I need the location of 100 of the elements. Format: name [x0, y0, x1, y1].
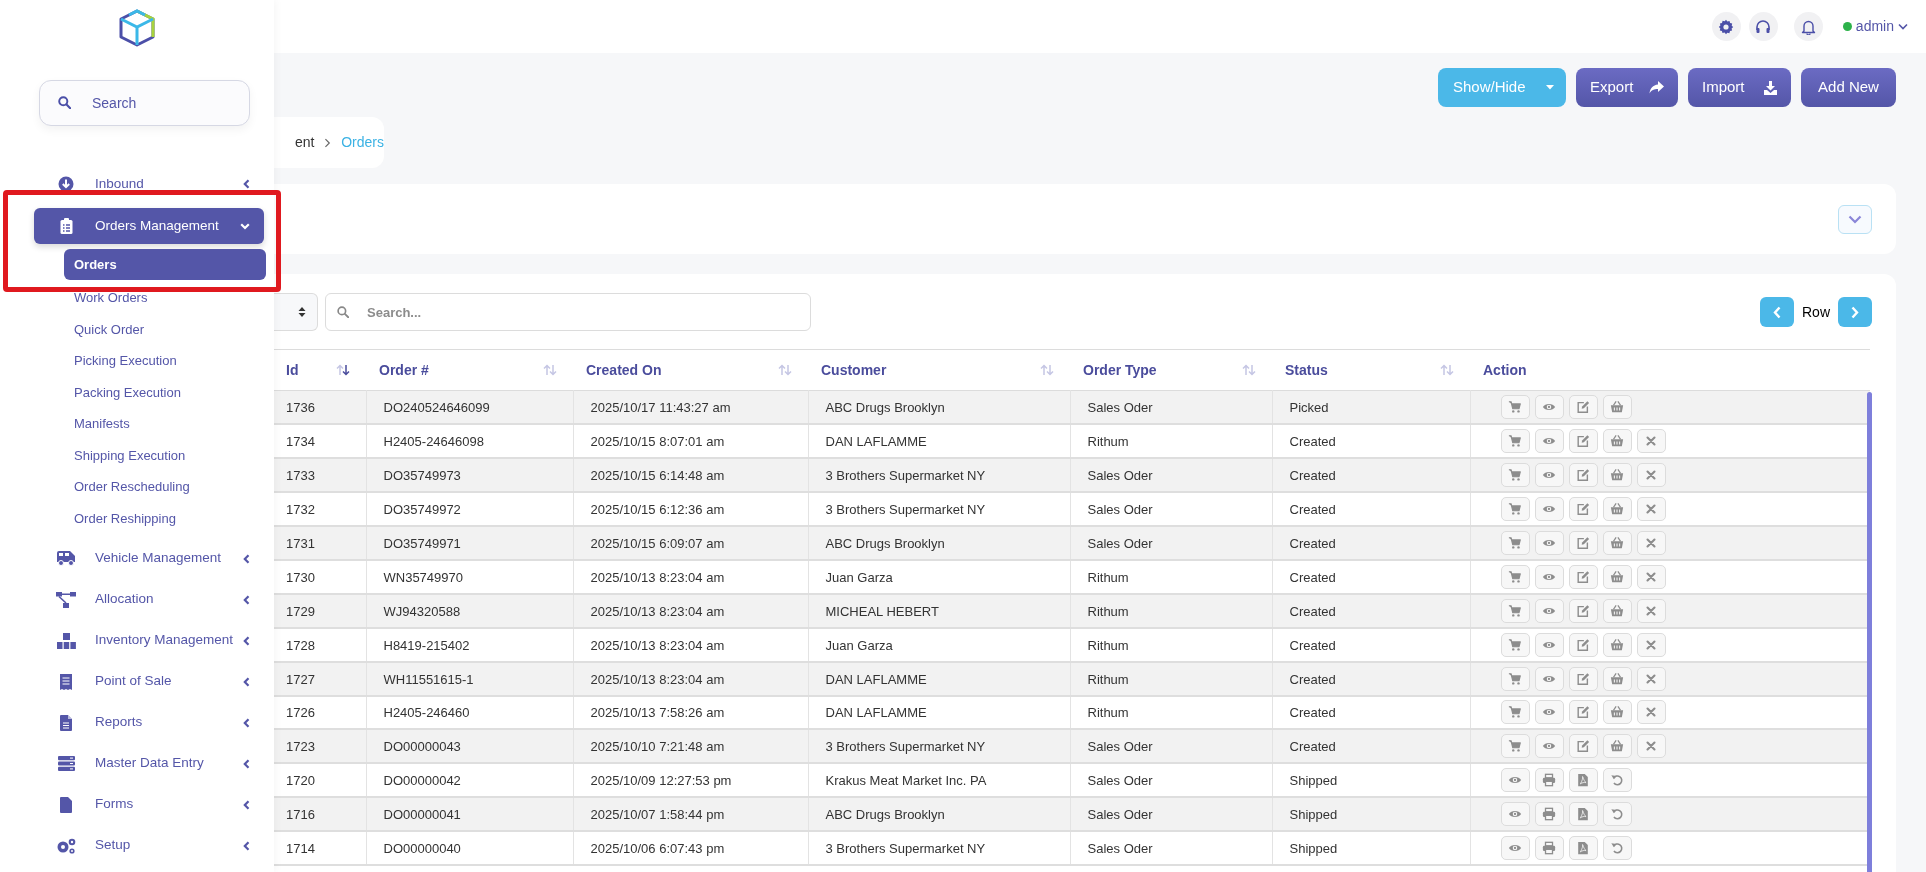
action-button[interactable] [1534, 802, 1564, 827]
action-button[interactable] [1568, 836, 1598, 860]
nav-item[interactable]: Reports [34, 704, 264, 741]
breadcrumb-link[interactable]: ent [295, 132, 315, 153]
sort-icon[interactable] [336, 364, 350, 376]
action-button[interactable] [1568, 734, 1598, 759]
action-button[interactable] [1568, 497, 1598, 522]
column-header[interactable]: Order # [379, 359, 429, 381]
action-button[interactable] [1534, 768, 1564, 793]
nav-item[interactable]: Forms [34, 786, 264, 823]
action-button[interactable] [1500, 802, 1530, 827]
action-button[interactable] [1636, 700, 1666, 725]
action-button[interactable] [1636, 666, 1666, 691]
import-button[interactable]: Import [1688, 68, 1791, 107]
submenu-item[interactable]: Packing Execution [64, 376, 266, 408]
action-button[interactable] [1636, 564, 1666, 589]
submenu-item[interactable]: Shipping Execution [64, 439, 266, 471]
action-button[interactable] [1500, 463, 1530, 488]
action-button[interactable] [1534, 836, 1564, 860]
column-header[interactable]: Status [1285, 359, 1328, 381]
action-button[interactable] [1500, 666, 1530, 691]
action-button[interactable] [1568, 598, 1598, 623]
action-button[interactable] [1500, 564, 1530, 589]
nav-item[interactable]: Inbound [34, 166, 264, 202]
action-button[interactable] [1568, 564, 1598, 589]
action-button[interactable] [1500, 497, 1530, 522]
column-header[interactable]: Id [286, 359, 299, 381]
action-button[interactable] [1568, 802, 1598, 827]
next-button[interactable] [1838, 297, 1872, 327]
action-button[interactable] [1568, 429, 1598, 454]
action-button[interactable] [1500, 768, 1530, 793]
action-button[interactable] [1568, 768, 1598, 793]
action-button[interactable] [1636, 598, 1666, 623]
action-button[interactable] [1602, 700, 1632, 725]
action-button[interactable] [1602, 598, 1632, 623]
action-button[interactable] [1602, 734, 1632, 759]
previous-button[interactable] [1760, 297, 1794, 327]
submenu-item[interactable]: Manifests [64, 408, 266, 440]
action-button[interactable] [1534, 700, 1564, 725]
action-button[interactable] [1636, 463, 1666, 488]
nav-item[interactable]: Allocation [34, 581, 264, 618]
action-button[interactable] [1568, 700, 1598, 725]
collapse-button[interactable] [1838, 204, 1872, 234]
nav-item[interactable]: Inventory Management [34, 622, 264, 659]
action-button[interactable] [1602, 395, 1632, 420]
action-button[interactable] [1636, 734, 1666, 759]
nav-item[interactable]: Point of Sale [34, 663, 264, 700]
submenu-item[interactable]: Work Orders [64, 282, 266, 314]
add-new-button[interactable]: Add New [1801, 68, 1896, 107]
action-button[interactable] [1602, 768, 1632, 793]
action-button[interactable] [1534, 632, 1564, 657]
column-header[interactable]: Action [1483, 359, 1527, 381]
action-button[interactable] [1602, 463, 1632, 488]
action-button[interactable] [1602, 429, 1632, 454]
action-button[interactable] [1500, 632, 1530, 657]
action-button[interactable] [1534, 463, 1564, 488]
action-button[interactable] [1602, 564, 1632, 589]
action-button[interactable] [1500, 734, 1530, 759]
action-button[interactable] [1534, 598, 1564, 623]
action-button[interactable] [1602, 632, 1632, 657]
nav-item[interactable]: Vehicle Management [34, 540, 264, 577]
notifications-button[interactable] [1793, 12, 1823, 41]
action-button[interactable] [1500, 531, 1530, 555]
submenu-item[interactable]: Quick Order [64, 313, 266, 345]
action-button[interactable] [1602, 836, 1632, 860]
action-button[interactable] [1568, 463, 1598, 488]
column-header[interactable]: Customer [821, 359, 887, 381]
action-button[interactable] [1500, 700, 1530, 725]
action-button[interactable] [1500, 836, 1530, 860]
action-button[interactable] [1534, 395, 1564, 420]
submenu-item[interactable]: Order Reshipping [64, 502, 266, 534]
user-menu[interactable]: admin [1842, 16, 1908, 37]
nav-item[interactable]: Master Data Entry [34, 745, 264, 782]
scrollbar[interactable] [1867, 392, 1872, 872]
action-button[interactable] [1602, 531, 1632, 555]
export-button[interactable]: Export [1576, 68, 1678, 107]
support-button[interactable] [1748, 12, 1778, 41]
action-button[interactable] [1534, 734, 1564, 759]
action-button[interactable] [1568, 666, 1598, 691]
action-button[interactable] [1602, 802, 1632, 827]
action-button[interactable] [1534, 497, 1564, 522]
action-button[interactable] [1636, 497, 1666, 522]
search-field[interactable]: Search [39, 80, 250, 126]
submenu-item[interactable]: Orders [64, 249, 266, 280]
action-button[interactable] [1636, 429, 1666, 454]
action-button[interactable] [1534, 429, 1564, 454]
action-button[interactable] [1534, 531, 1564, 555]
submenu-item[interactable]: Order Rescheduling [64, 471, 266, 503]
action-button[interactable] [1568, 531, 1598, 555]
nav-item[interactable]: Orders Management [34, 208, 264, 244]
column-header[interactable]: Order Type [1083, 359, 1157, 381]
action-button[interactable] [1636, 531, 1666, 555]
action-button[interactable] [1500, 395, 1530, 420]
action-button[interactable] [1602, 666, 1632, 691]
nav-item[interactable]: Setup [34, 827, 264, 864]
action-button[interactable] [1636, 632, 1666, 657]
column-header[interactable]: Created On [586, 359, 662, 381]
action-button[interactable] [1500, 429, 1530, 454]
action-button[interactable] [1602, 497, 1632, 522]
action-button[interactable] [1534, 666, 1564, 691]
